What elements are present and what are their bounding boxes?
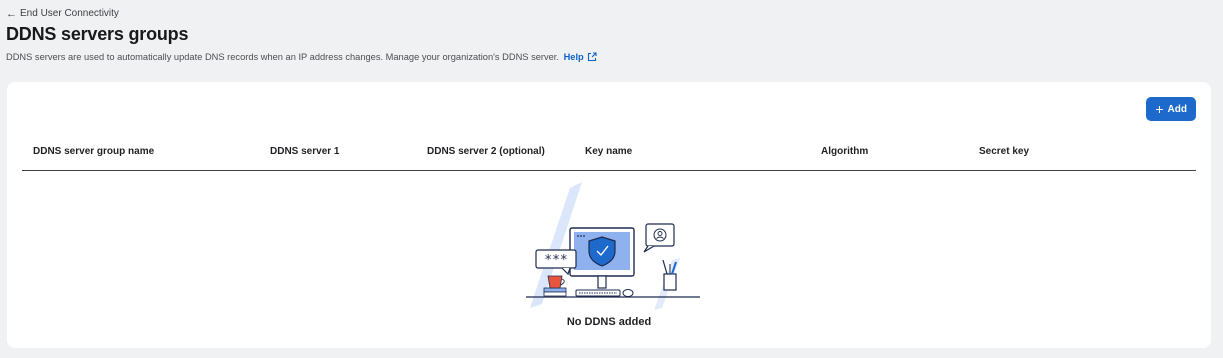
arrow-left-icon: ← xyxy=(6,7,17,20)
page-title: DDNS servers groups xyxy=(6,24,189,44)
computer-shield-icon: *** xyxy=(526,182,700,310)
back-link[interactable]: ← End User Connectivity xyxy=(6,8,119,19)
column-header-key-name[interactable]: Key name xyxy=(585,146,632,157)
empty-state-message: No DDNS added xyxy=(566,316,652,328)
help-link[interactable]: Help xyxy=(564,52,597,62)
column-header-server-2[interactable]: DDNS server 2 (optional) xyxy=(427,146,545,157)
column-header-algorithm[interactable]: Algorithm xyxy=(821,146,868,157)
password-mask-text: *** xyxy=(544,253,567,268)
page-description: DDNS servers are used to automatically u… xyxy=(6,52,597,62)
description-text: DDNS servers are used to automatically u… xyxy=(6,52,559,62)
add-button-label: Add xyxy=(1167,103,1187,115)
column-header-group-name[interactable]: DDNS server group name xyxy=(33,146,154,157)
help-link-label: Help xyxy=(563,52,584,62)
ddns-groups-card: + Add DDNS server group name DDNS server… xyxy=(7,82,1211,348)
add-button[interactable]: + Add xyxy=(1146,97,1196,121)
back-link-label: End User Connectivity xyxy=(20,8,119,19)
empty-state: *** No DDNS added xyxy=(7,178,1211,348)
column-header-server-1[interactable]: DDNS server 1 xyxy=(270,146,339,157)
column-header-secret-key[interactable]: Secret key xyxy=(979,146,1029,157)
table-header: DDNS server group name DDNS server 1 DDN… xyxy=(22,142,1196,171)
plus-icon: + xyxy=(1155,101,1164,117)
external-link-icon xyxy=(587,52,597,62)
